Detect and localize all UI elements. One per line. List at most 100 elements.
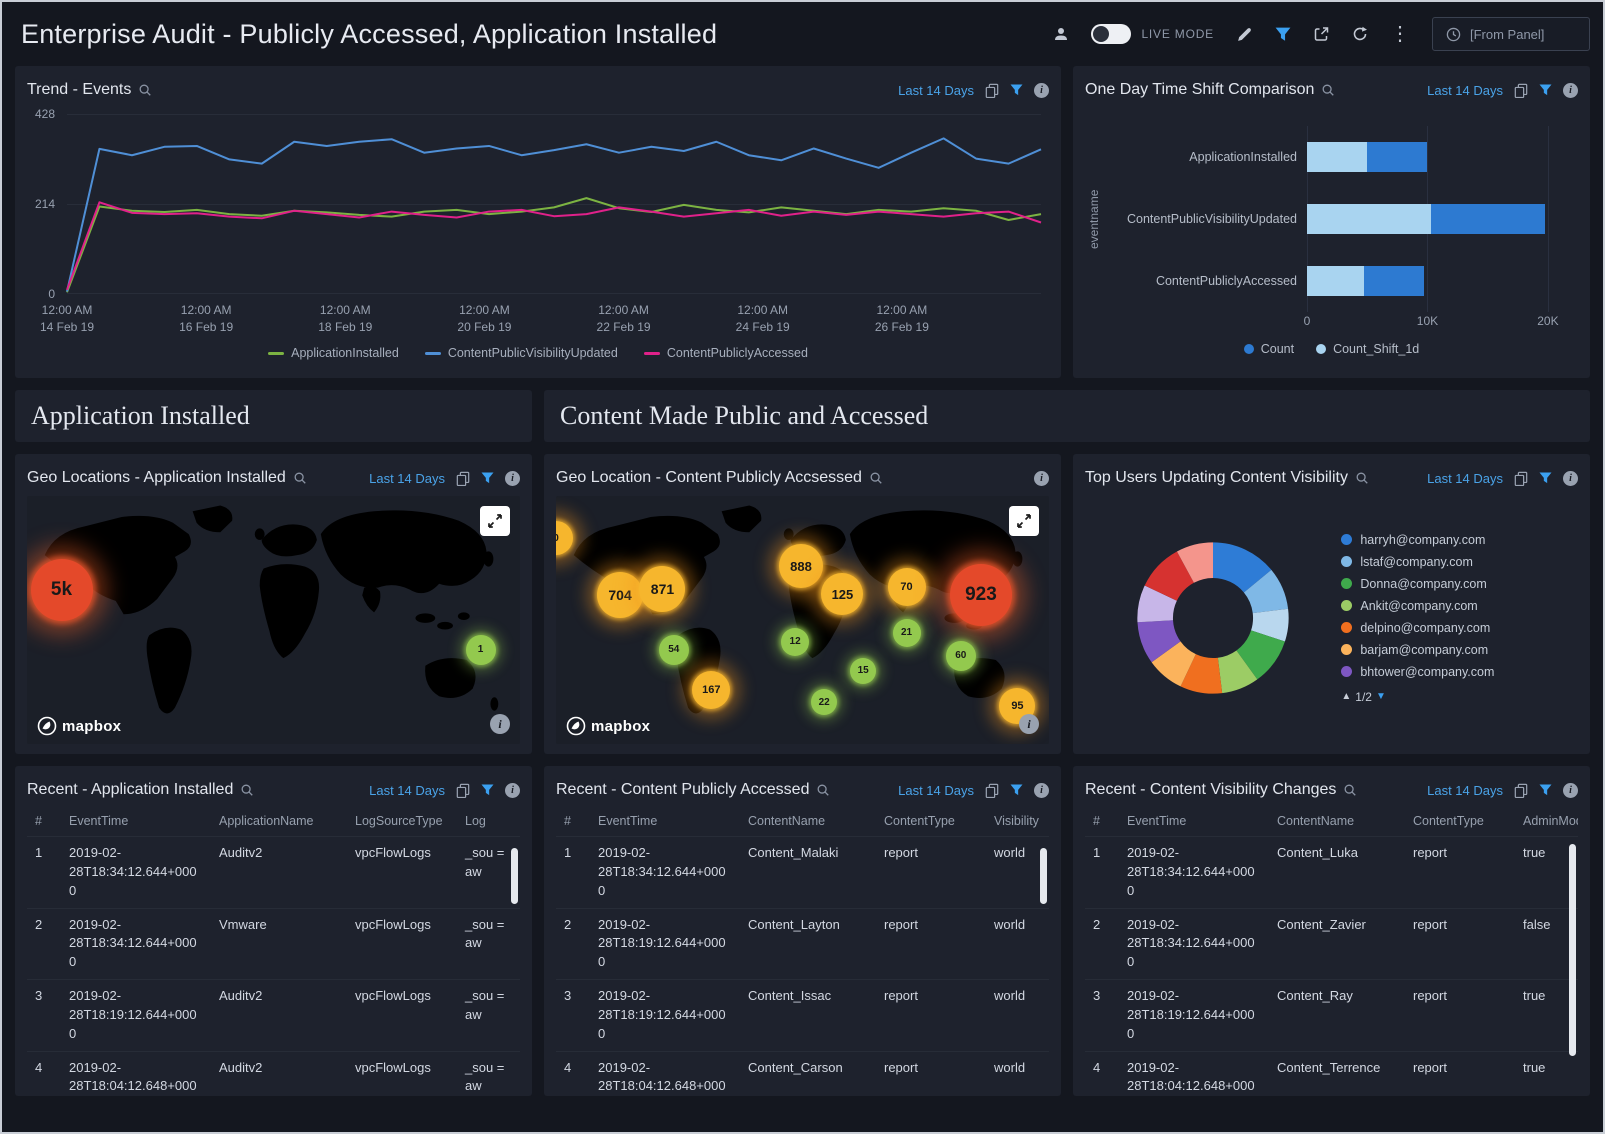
mapbox-logo[interactable]: mapbox bbox=[37, 716, 121, 736]
legend-item-Count_Shift_1d[interactable]: Count_Shift_1d bbox=[1316, 342, 1419, 356]
from-panel-select[interactable]: [From Panel] bbox=[1432, 17, 1590, 51]
bar-segment-Count[interactable] bbox=[1367, 142, 1427, 172]
map-bubble[interactable]: 54 bbox=[659, 635, 689, 665]
filter-icon[interactable] bbox=[481, 784, 494, 796]
column-header-contenttype[interactable]: ContentType bbox=[1405, 806, 1515, 837]
bar-segment-Count[interactable] bbox=[1431, 204, 1545, 234]
zoom-icon[interactable] bbox=[1355, 471, 1369, 485]
info-icon[interactable]: i bbox=[1034, 471, 1049, 486]
page-up-icon[interactable]: ▲ bbox=[1341, 691, 1351, 702]
column-header-adminmod[interactable]: AdminMod bbox=[1515, 806, 1578, 837]
copy-icon[interactable] bbox=[456, 783, 470, 798]
map-bubble[interactable]: 22 bbox=[811, 689, 837, 715]
map-bubble[interactable]: 167 bbox=[692, 671, 730, 709]
table-row[interactable]: 42019-02-28T18:04:12.648+0000Content_Car… bbox=[556, 1051, 1049, 1096]
copy-icon[interactable] bbox=[1514, 471, 1528, 486]
column-header-applicationname[interactable]: ApplicationName bbox=[211, 806, 347, 837]
column-header-eventtime[interactable]: EventTime bbox=[1119, 806, 1269, 837]
map-bubble[interactable]: 125 bbox=[821, 573, 863, 615]
map-bubble[interactable]: 5k bbox=[31, 559, 93, 621]
copy-icon[interactable] bbox=[985, 83, 999, 98]
time-range[interactable]: Last 14 Days bbox=[369, 783, 445, 798]
zoom-icon[interactable] bbox=[869, 471, 883, 485]
column-header-eventtime[interactable]: EventTime bbox=[590, 806, 740, 837]
zoom-icon[interactable] bbox=[240, 783, 254, 797]
column-header-eventtime[interactable]: EventTime bbox=[61, 806, 211, 837]
legend-item-Count[interactable]: Count bbox=[1244, 342, 1294, 356]
zoom-icon[interactable] bbox=[1343, 783, 1357, 797]
map-bubble[interactable]: 704 bbox=[597, 572, 643, 618]
info-icon[interactable]: i bbox=[1034, 83, 1049, 98]
map-bubble[interactable]: 60 bbox=[946, 641, 976, 671]
column-header-visibility[interactable]: Visibility bbox=[986, 806, 1049, 837]
info-icon[interactable]: i bbox=[505, 783, 520, 798]
map-info-icon[interactable]: i bbox=[1019, 714, 1039, 734]
map-bubble[interactable]: 871 bbox=[639, 566, 685, 612]
table-row[interactable]: 42019-02-28T18:04:12.648+0000Auditv2vpcF… bbox=[27, 1051, 520, 1096]
zoom-icon[interactable] bbox=[293, 471, 307, 485]
legend-item-ContentPublicVisibilityUpdated[interactable]: ContentPublicVisibilityUpdated bbox=[425, 346, 618, 360]
vertical-scrollbar[interactable] bbox=[1040, 848, 1047, 904]
column-header-contentname[interactable]: ContentName bbox=[1269, 806, 1405, 837]
map-bubble[interactable]: 70 bbox=[888, 568, 926, 606]
world-map[interactable]: 07048718881257092321541215601672295 mapb… bbox=[556, 496, 1049, 744]
legend-item-ContentPubliclyAccessed[interactable]: ContentPubliclyAccessed bbox=[644, 346, 808, 360]
table-row[interactable]: 12019-02-28T18:34:12.644+0000Auditv2vpcF… bbox=[27, 837, 520, 909]
table-row[interactable]: 12019-02-28T18:34:12.644+0000Content_Mal… bbox=[556, 837, 1049, 909]
legend-item-ApplicationInstalled[interactable]: ApplicationInstalled bbox=[268, 346, 399, 360]
copy-icon[interactable] bbox=[456, 471, 470, 486]
table-row[interactable]: 22019-02-28T18:34:12.644+0000VmwarevpcFl… bbox=[27, 908, 520, 980]
bar-segment-Count_Shift_1d[interactable] bbox=[1307, 266, 1364, 296]
legend-user-delpino[interactable]: delpino@company.com bbox=[1341, 621, 1578, 635]
zoom-icon[interactable] bbox=[816, 783, 830, 797]
legend-user-Ankit[interactable]: Ankit@company.com bbox=[1341, 599, 1578, 613]
column-header-log[interactable]: Log bbox=[457, 806, 520, 837]
legend-user-bhtower[interactable]: bhtower@company.com bbox=[1341, 665, 1578, 679]
filter-icon[interactable] bbox=[1539, 784, 1552, 796]
column-header-[interactable]: # bbox=[1085, 806, 1119, 837]
copy-icon[interactable] bbox=[1514, 83, 1528, 98]
column-header-contenttype[interactable]: ContentType bbox=[876, 806, 986, 837]
column-header-[interactable]: # bbox=[556, 806, 590, 837]
refresh-icon[interactable] bbox=[1352, 26, 1368, 42]
fullscreen-button[interactable] bbox=[480, 506, 510, 536]
column-header-contentname[interactable]: ContentName bbox=[740, 806, 876, 837]
table-row[interactable]: 32019-02-28T18:19:12.644+0000Content_Ray… bbox=[1085, 980, 1578, 1052]
user-icon[interactable] bbox=[1053, 26, 1069, 42]
bar-segment-Count_Shift_1d[interactable] bbox=[1307, 204, 1431, 234]
zoom-icon[interactable] bbox=[1321, 83, 1335, 97]
legend-user-Donna[interactable]: Donna@company.com bbox=[1341, 577, 1578, 591]
table-row[interactable]: 32019-02-28T18:19:12.644+0000Auditv2vpcF… bbox=[27, 980, 520, 1052]
filter-icon[interactable] bbox=[1010, 784, 1023, 796]
time-range[interactable]: Last 14 Days bbox=[369, 471, 445, 486]
edit-pencil-icon[interactable] bbox=[1236, 26, 1253, 43]
filter-icon[interactable] bbox=[1539, 472, 1552, 484]
table-row[interactable]: 22019-02-28T18:19:12.644+0000Content_Lay… bbox=[556, 908, 1049, 980]
column-header-[interactable]: # bbox=[27, 806, 61, 837]
time-range[interactable]: Last 14 Days bbox=[898, 783, 974, 798]
info-icon[interactable]: i bbox=[505, 471, 520, 486]
copy-icon[interactable] bbox=[985, 783, 999, 798]
world-map[interactable]: 5k1 mapbox i bbox=[27, 496, 520, 744]
vertical-scrollbar[interactable] bbox=[1569, 844, 1576, 1056]
filter-icon[interactable] bbox=[1010, 84, 1023, 96]
column-header-logsourcetype[interactable]: LogSourceType bbox=[347, 806, 457, 837]
copy-icon[interactable] bbox=[1514, 783, 1528, 798]
legend-user-harryh[interactable]: harryh@company.com bbox=[1341, 533, 1578, 547]
filter-icon[interactable] bbox=[481, 472, 494, 484]
page-down-icon[interactable]: ▼ bbox=[1376, 691, 1386, 702]
bar-segment-Count_Shift_1d[interactable] bbox=[1307, 142, 1367, 172]
info-icon[interactable]: i bbox=[1563, 83, 1578, 98]
share-icon[interactable] bbox=[1313, 26, 1330, 42]
map-bubble[interactable]: 0 bbox=[556, 521, 573, 555]
map-bubble[interactable]: 923 bbox=[950, 564, 1012, 626]
time-range[interactable]: Last 14 Days bbox=[1427, 83, 1503, 98]
map-info-icon[interactable]: i bbox=[490, 714, 510, 734]
time-range[interactable]: Last 14 Days bbox=[1427, 471, 1503, 486]
more-menu-icon[interactable]: ⋮ bbox=[1390, 24, 1410, 44]
map-bubble[interactable]: 15 bbox=[850, 658, 876, 684]
map-bubble[interactable]: 888 bbox=[779, 544, 823, 588]
fullscreen-button[interactable] bbox=[1009, 506, 1039, 536]
time-range[interactable]: Last 14 Days bbox=[1427, 783, 1503, 798]
map-bubble[interactable]: 21 bbox=[893, 619, 921, 647]
